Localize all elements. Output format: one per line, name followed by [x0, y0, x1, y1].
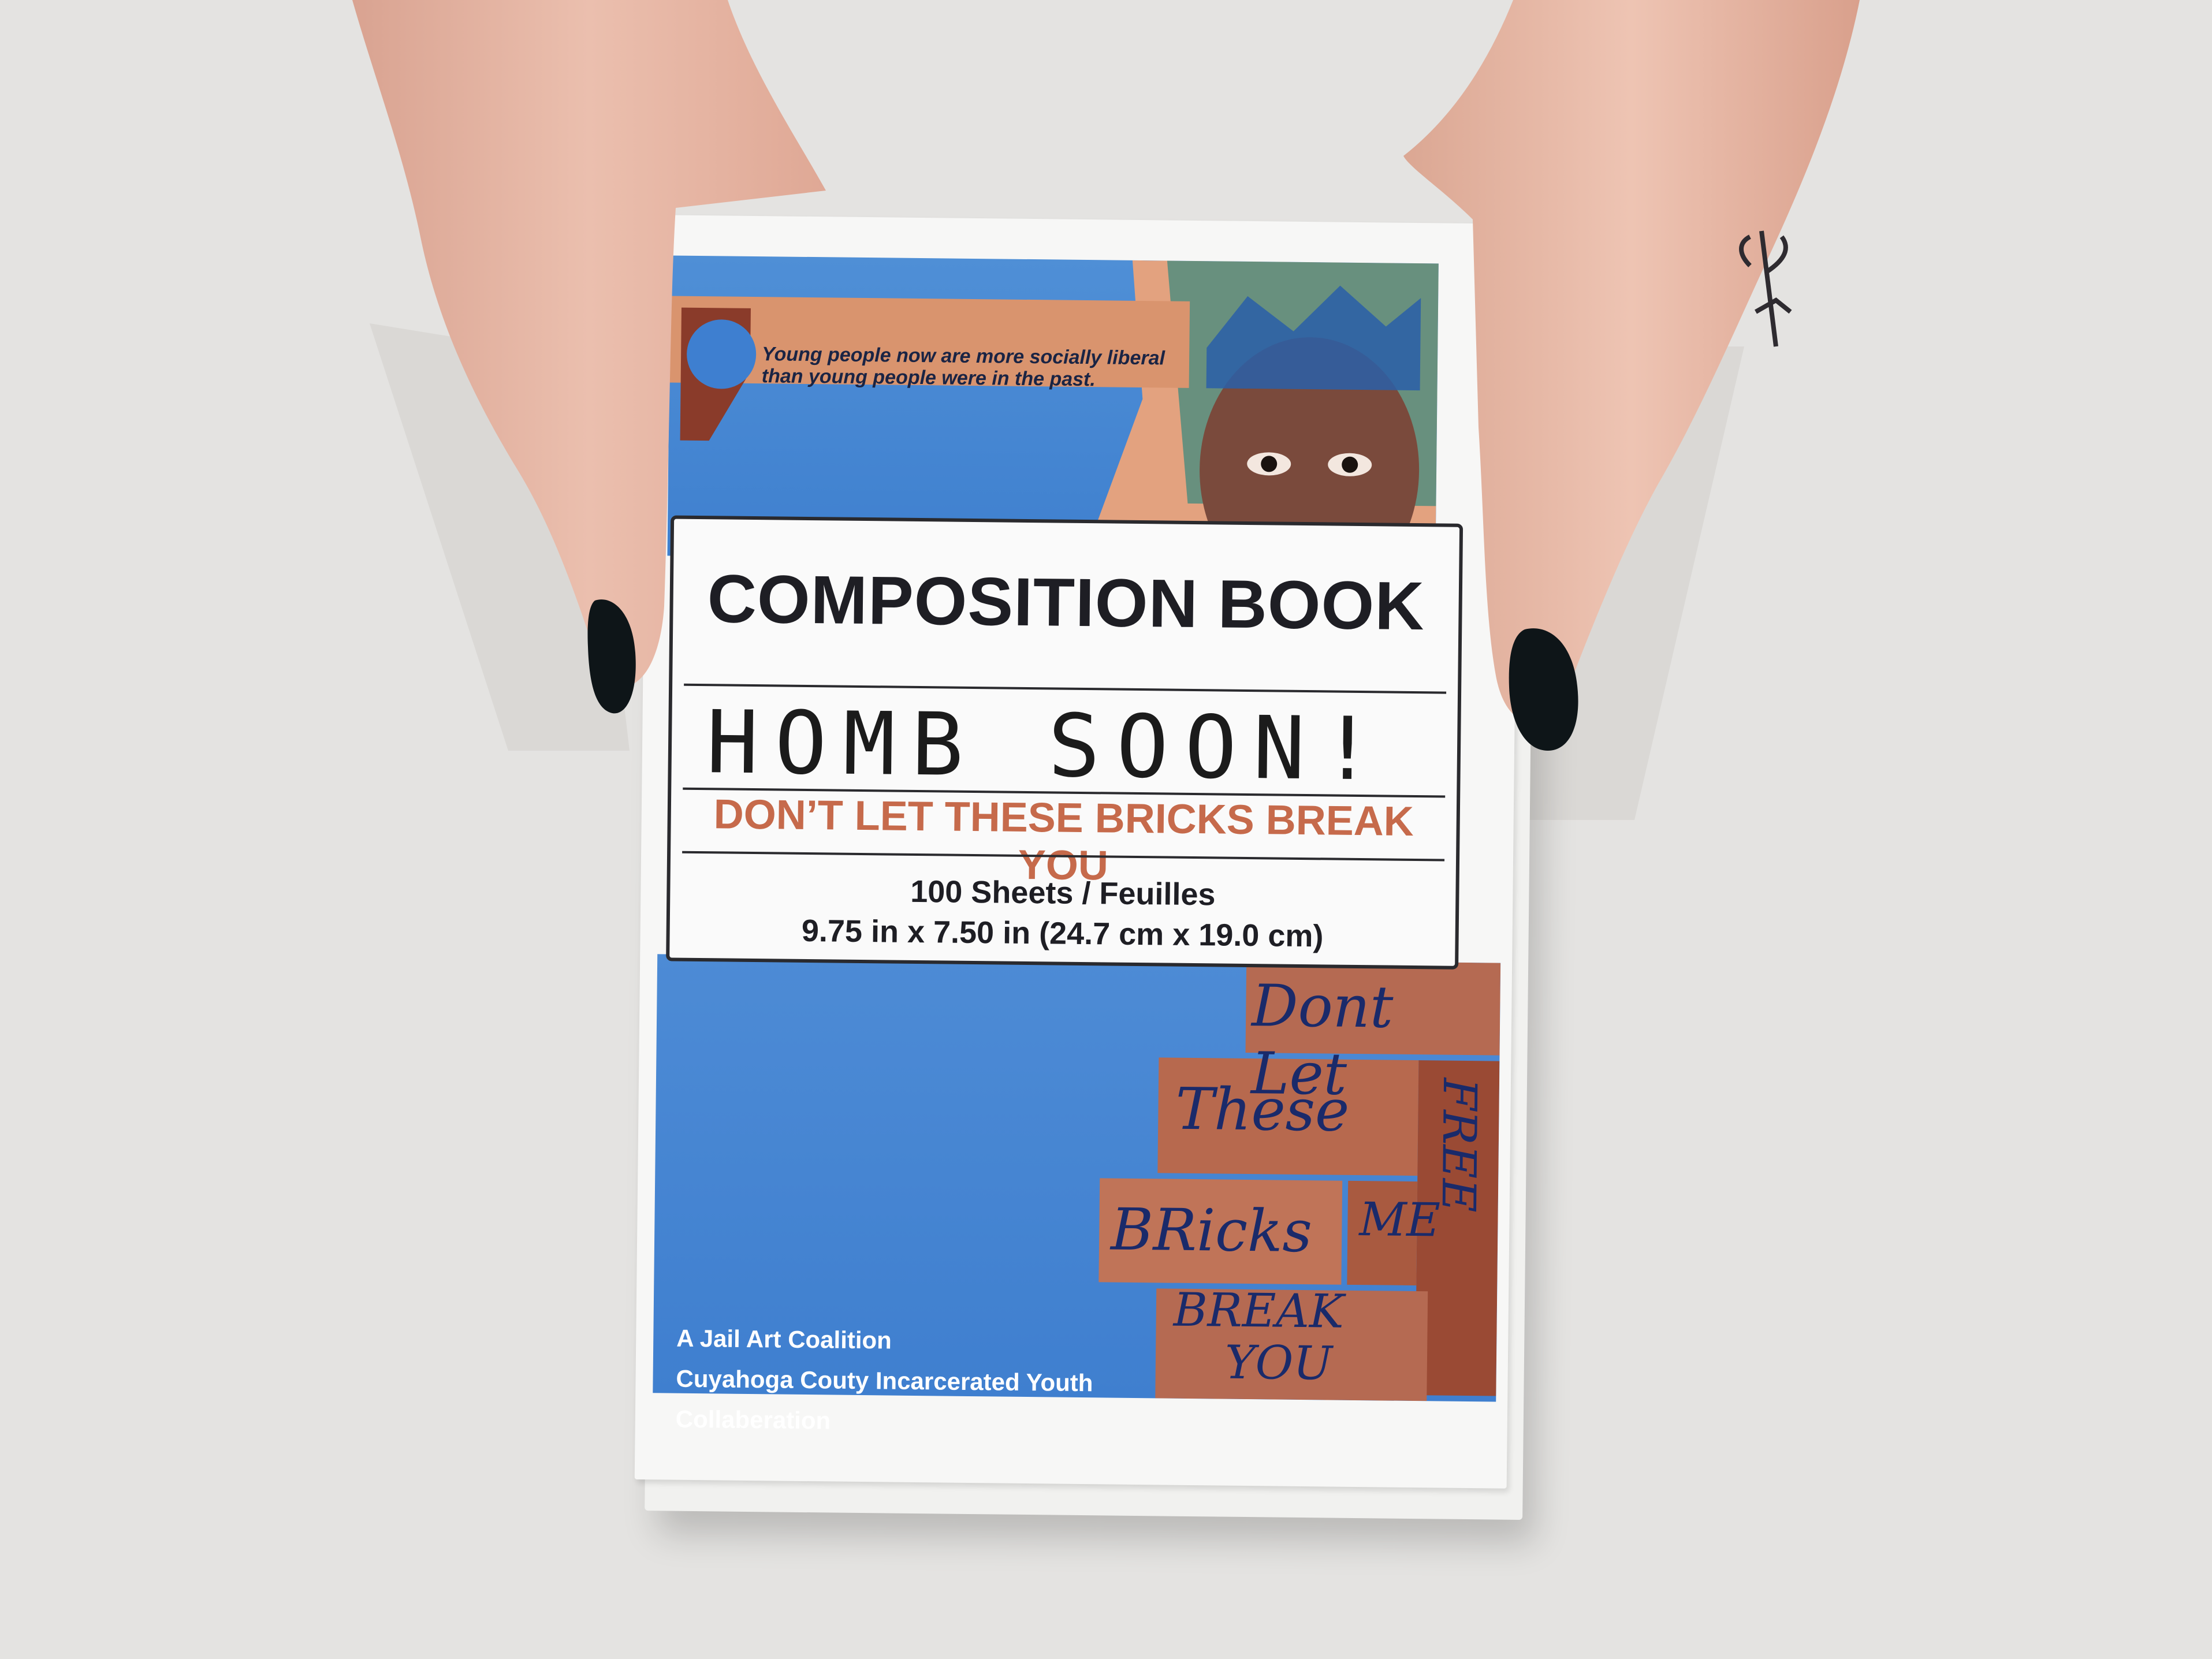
- hands-overlay: [352, 0, 1860, 751]
- hand-left: [352, 0, 826, 714]
- hand-right: [1403, 0, 1860, 751]
